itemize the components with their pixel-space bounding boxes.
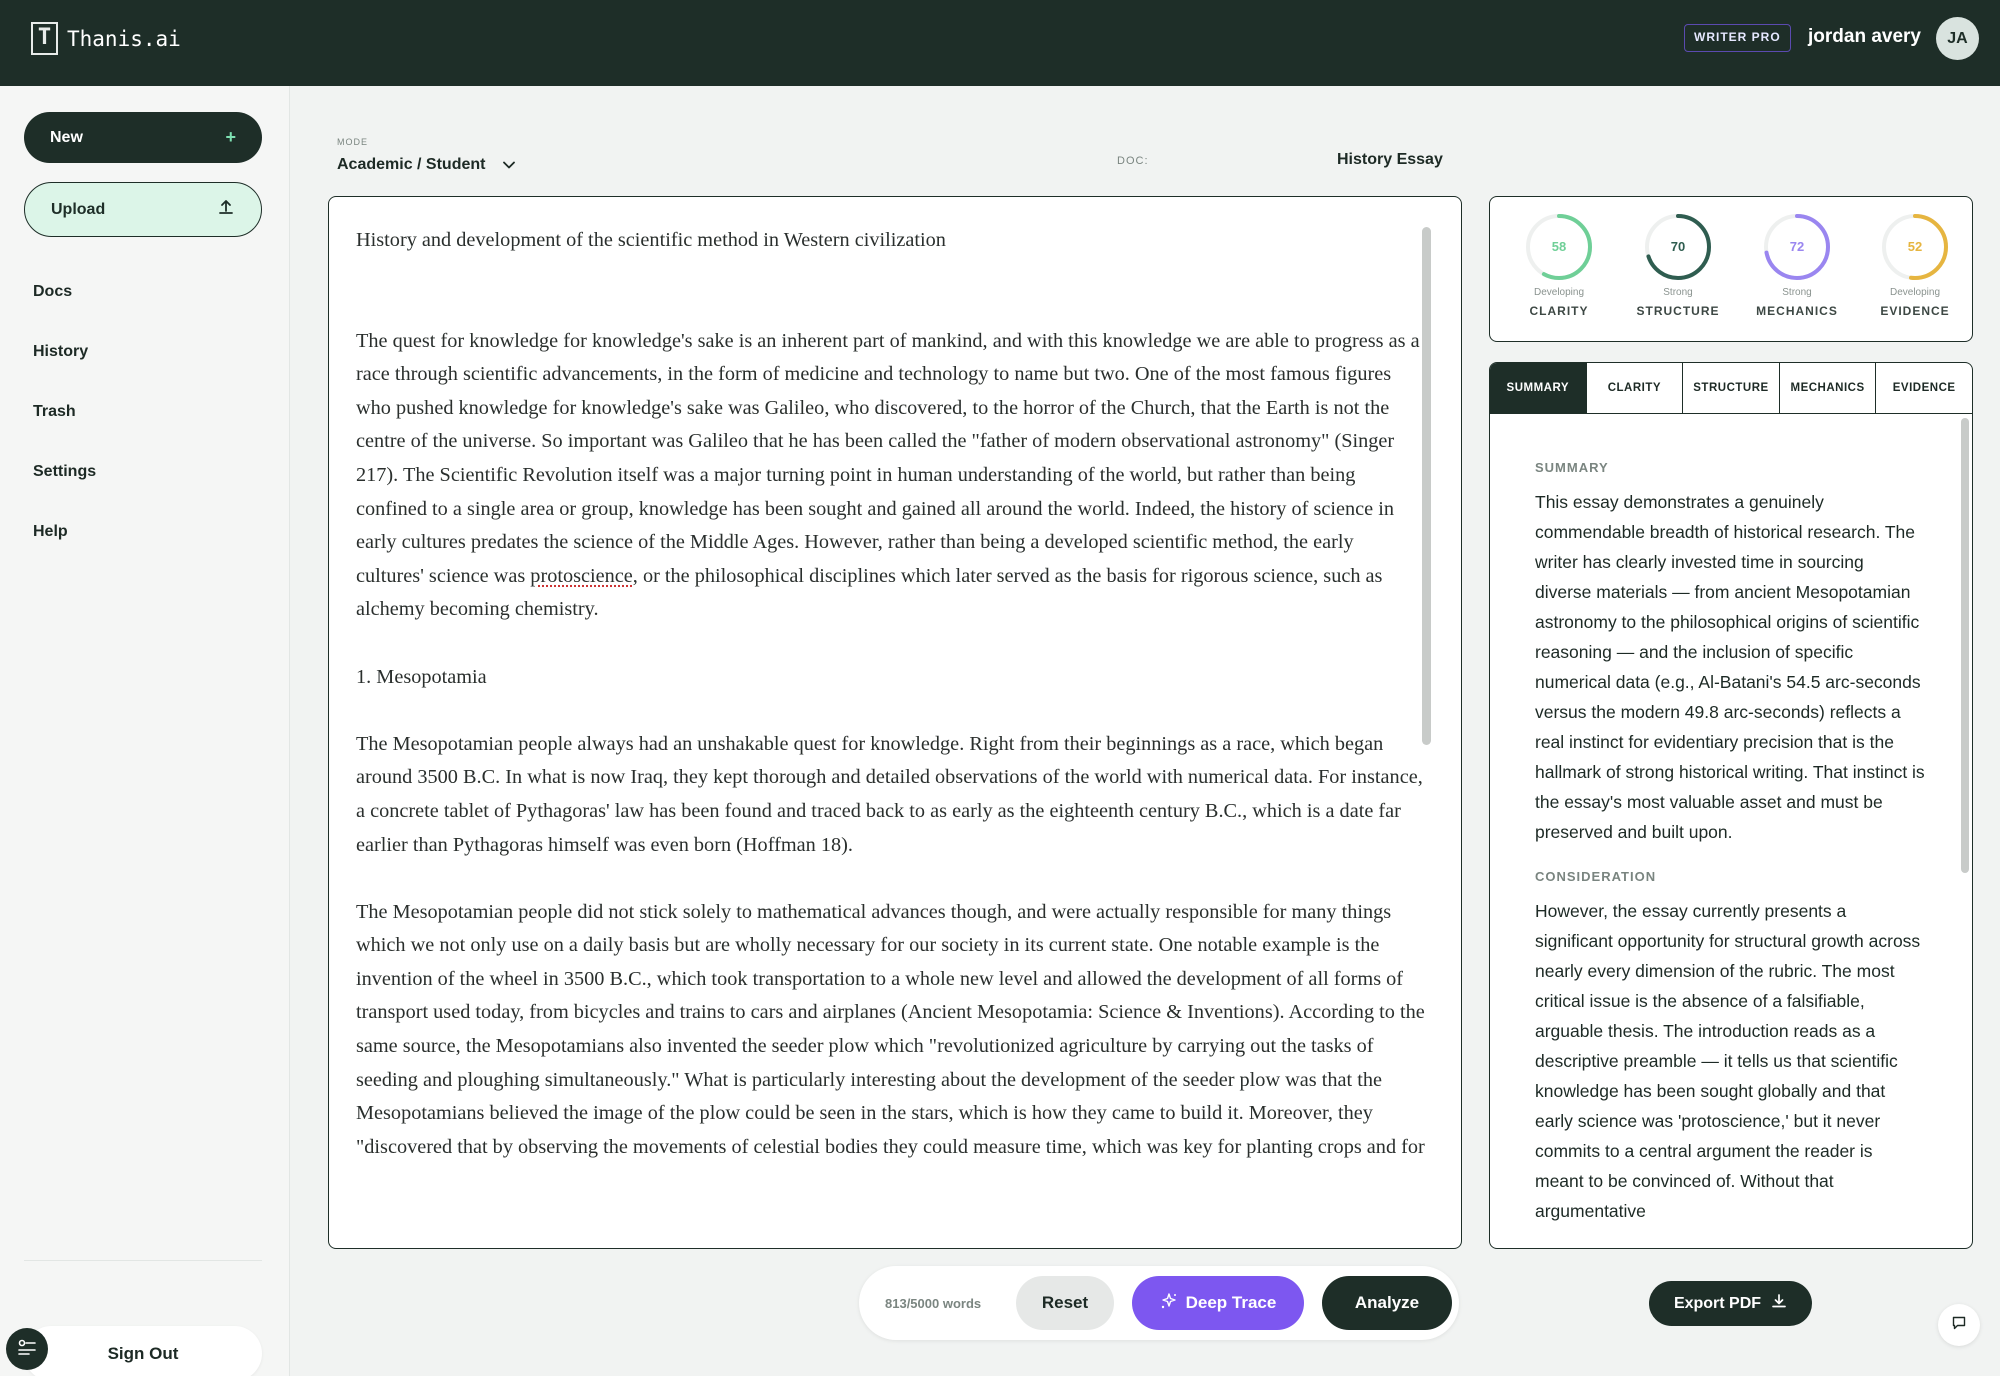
tab-structure[interactable]: STRUCTURE	[1683, 363, 1780, 414]
score-ring: 52	[1882, 214, 1948, 280]
chat-icon	[1951, 1315, 1967, 1336]
doc-label: DOC:	[1117, 155, 1149, 167]
score-ring: 58	[1526, 214, 1592, 280]
top-bar: Thanis.ai WRITER PRO jordan avery JA	[0, 0, 2000, 86]
chat-button[interactable]	[1938, 1304, 1980, 1346]
score-level: Developing	[1533, 287, 1585, 298]
new-button-label: New	[50, 128, 83, 146]
feedback-panel[interactable]: SUMMARY This essay demonstrates a genuin…	[1489, 413, 1973, 1249]
logo-icon	[31, 22, 58, 55]
editor-scrollbar[interactable]	[1422, 227, 1431, 745]
score-mechanics[interactable]: 72 Strong MECHANICS	[1742, 211, 1852, 318]
score-panel: 58 Developing CLARITY 70 Strong STRUCTURE 72 St…	[1489, 196, 1973, 342]
essay-paragraph: The Mesopotamian people did not stick so…	[356, 900, 1425, 1158]
upload-button[interactable]: Upload	[24, 182, 262, 237]
mode-select[interactable]: Academic / Student	[337, 156, 516, 174]
essay-editor[interactable]: History and development of the scientifi…	[328, 196, 1462, 1249]
score-evidence[interactable]: 52 Developing EVIDENCE	[1860, 211, 1970, 318]
sidebar-item-docs[interactable]: Docs	[33, 282, 96, 342]
tab-mechanics[interactable]: MECHANICS	[1780, 363, 1877, 414]
sidebar-divider	[24, 1260, 262, 1261]
score-structure[interactable]: 70 Strong STRUCTURE	[1623, 211, 1733, 318]
menu-toggle-button[interactable]	[6, 1328, 48, 1370]
score-level: Developing	[1889, 287, 1941, 298]
sidebar-nav: Docs History Trash Settings Help	[33, 282, 96, 582]
word-count: 813/5000 words	[885, 1296, 982, 1311]
sparkle-icon	[1160, 1292, 1178, 1315]
score-name: EVIDENCE	[1880, 304, 1950, 318]
sign-out-button[interactable]: Sign Out	[24, 1326, 262, 1376]
feedback-scrollbar[interactable]	[1961, 418, 1969, 873]
consideration-heading: CONSIDERATION	[1535, 869, 1657, 884]
doc-title[interactable]: History Essay	[1337, 151, 1443, 169]
paragraph-text: The quest for knowledge for knowledge's …	[356, 329, 1420, 587]
score-name: CLARITY	[1529, 304, 1589, 318]
sliders-icon	[17, 1339, 37, 1360]
analyze-button[interactable]: Analyze	[1322, 1276, 1452, 1330]
score-level: Strong	[1782, 287, 1812, 298]
new-button[interactable]: New +	[24, 112, 262, 163]
sidebar-item-settings[interactable]: Settings	[33, 462, 96, 522]
upload-icon	[217, 198, 235, 221]
svg-text:72: 72	[1790, 239, 1804, 254]
reset-button[interactable]: Reset	[1016, 1276, 1114, 1330]
mode-label: MODE	[337, 137, 368, 147]
essay-paragraph: The Mesopotamian people always had an un…	[356, 732, 1423, 856]
download-icon	[1771, 1293, 1787, 1314]
score-clarity[interactable]: 58 Developing CLARITY	[1504, 211, 1614, 318]
score-name: STRUCTURE	[1636, 304, 1720, 318]
tab-clarity[interactable]: CLARITY	[1587, 363, 1684, 414]
app-logo[interactable]: Thanis.ai	[31, 22, 181, 55]
app-name: Thanis.ai	[67, 26, 181, 51]
svg-text:58: 58	[1552, 239, 1566, 254]
plus-icon: +	[225, 127, 236, 147]
sidebar-item-history[interactable]: History	[33, 342, 96, 402]
deep-trace-label: Deep Trace	[1185, 1293, 1277, 1312]
svg-text:52: 52	[1908, 239, 1922, 254]
sidebar: New + Upload Docs History Trash Settings…	[0, 86, 290, 1376]
tab-evidence[interactable]: EVIDENCE	[1876, 363, 1972, 414]
sidebar-item-help[interactable]: Help	[33, 522, 96, 582]
sidebar-item-trash[interactable]: Trash	[33, 402, 96, 462]
tab-summary[interactable]: SUMMARY	[1490, 363, 1587, 414]
score-ring: 72	[1764, 214, 1830, 280]
action-bar: 813/5000 words Reset Deep Trace Analyze	[859, 1266, 1459, 1340]
avatar[interactable]: JA	[1936, 17, 1979, 60]
export-pdf-button[interactable]: Export PDF	[1649, 1281, 1812, 1326]
editor-content[interactable]: History and development of the scientifi…	[356, 224, 1426, 1198]
section-heading: 1. Mesopotamia	[356, 665, 487, 688]
svg-text:70: 70	[1671, 239, 1685, 254]
deep-trace-button[interactable]: Deep Trace	[1132, 1276, 1304, 1330]
summary-heading: SUMMARY	[1535, 460, 1609, 475]
chevron-down-icon	[503, 156, 516, 174]
score-name: MECHANICS	[1756, 304, 1838, 318]
upload-button-label: Upload	[51, 200, 106, 218]
user-name[interactable]: jordan avery	[1808, 26, 1921, 48]
score-ring: 70	[1645, 214, 1711, 280]
spelling-flag[interactable]: protoscience	[530, 565, 633, 587]
plan-badge: WRITER PRO	[1684, 24, 1791, 52]
mode-value: Academic / Student	[337, 156, 486, 173]
essay-paragraph: The quest for knowledge for knowledge's …	[356, 325, 1426, 627]
feedback-content: SUMMARY This essay demonstrates a genuin…	[1535, 460, 1925, 1248]
export-label: Export PDF	[1673, 1294, 1762, 1312]
consideration-text: However, the essay currently presents a …	[1535, 901, 1921, 1221]
summary-text: This essay demonstrates a genuinely comm…	[1535, 492, 1925, 842]
feedback-tabs: SUMMARY CLARITY STRUCTURE MECHANICS EVID…	[1489, 362, 1973, 414]
essay-title: History and development of the scientifi…	[356, 229, 946, 251]
score-level: Strong	[1663, 287, 1693, 298]
